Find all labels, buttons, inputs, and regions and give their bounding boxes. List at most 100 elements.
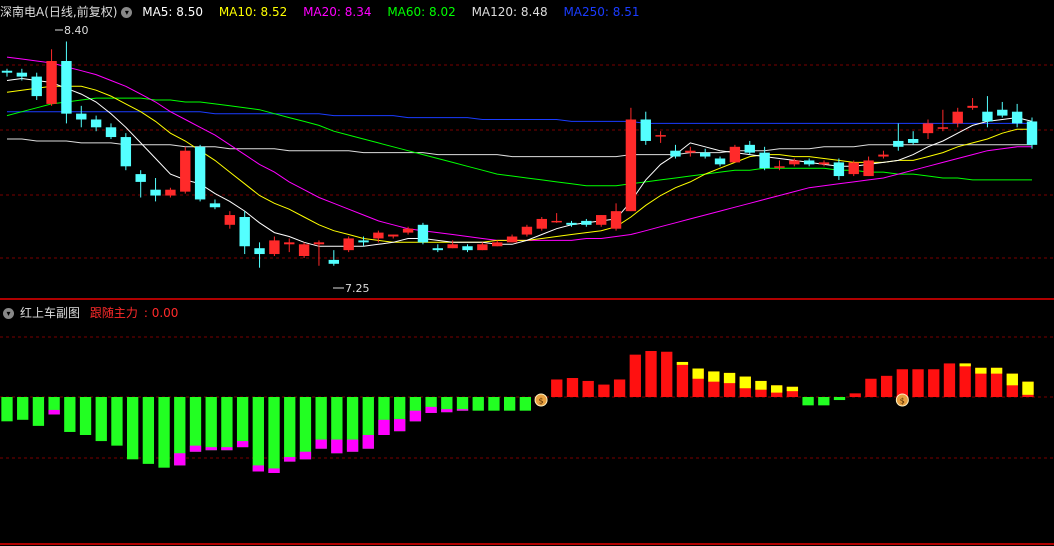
hist-bar-0 — [1, 397, 13, 422]
hist-bar-1 — [17, 397, 29, 420]
candle-body-50 — [744, 144, 755, 153]
candle-body-58 — [863, 160, 874, 177]
hist-bar-29 — [456, 397, 469, 411]
money-bag-glyph-1: $ — [900, 397, 905, 406]
candle-body-14 — [209, 203, 221, 208]
candle-body-38 — [566, 222, 577, 225]
ma60-value: 8.02 — [429, 5, 456, 19]
candle-body-59 — [878, 154, 889, 157]
hist-bar-30 — [472, 397, 484, 411]
hist-magenta-12 — [189, 445, 202, 452]
hist-bar-7 — [111, 397, 123, 446]
candle-body-44 — [655, 135, 666, 137]
indicator-legend: 跟随主力: 0.00 — [89, 306, 179, 320]
money-bag-icon: $ — [895, 393, 909, 407]
hist-bar-31 — [488, 397, 500, 411]
candle-body-12 — [180, 150, 191, 192]
candle-body-60 — [893, 140, 904, 147]
histogram-series: $ $ — [1, 351, 1034, 473]
hist-bar-60 — [943, 363, 956, 397]
hist-magenta-19 — [299, 451, 312, 460]
hist-yellow-43 — [676, 361, 689, 365]
chart-title: 深南电A(日线,前复权) — [0, 5, 118, 19]
candle-body-3 — [46, 61, 57, 104]
hist-bar-41 — [645, 351, 657, 397]
ma20-legend: MA20: 8.34 — [303, 5, 372, 19]
hist-magenta-28 — [441, 409, 453, 413]
candle-body-48 — [714, 158, 726, 165]
candle-body-17 — [254, 248, 265, 255]
candle-body-32 — [477, 244, 488, 251]
hist-bar-61 — [959, 363, 971, 397]
hist-bar-12 — [189, 397, 202, 452]
chevron-down-icon[interactable]: ▾ — [3, 308, 14, 319]
hist-bar-43 — [676, 361, 689, 397]
candle-body-33 — [492, 242, 503, 247]
hist-bar-15 — [236, 397, 249, 448]
hist-yellow-46 — [723, 372, 736, 384]
candle-body-57 — [848, 162, 859, 175]
candle-body-20 — [298, 244, 310, 256]
hist-bar-53 — [833, 397, 846, 401]
money-bag-glyph-0: $ — [539, 397, 544, 406]
candle-body-4 — [61, 61, 72, 114]
hist-bar-56 — [880, 375, 893, 397]
candle-body-24 — [358, 240, 369, 243]
hist-bar-4 — [64, 397, 76, 432]
candle-body-63 — [937, 127, 949, 129]
hist-yellow-44 — [692, 368, 704, 379]
hist-magenta-13 — [205, 447, 217, 451]
hist-magenta-16 — [252, 465, 264, 472]
hist-bar-13 — [205, 397, 217, 451]
candle-body-54 — [803, 160, 815, 165]
candle-body-37 — [551, 220, 562, 223]
chevron-down-icon[interactable]: ▾ — [121, 7, 133, 18]
candle-body-45 — [670, 150, 681, 157]
hist-bar-5 — [79, 397, 92, 435]
sub-chart-header: ▾ 红上车副图 跟随主力: 0.00 — [0, 304, 190, 322]
moving-average-lines — [6, 56, 1033, 247]
candle-body-18 — [269, 240, 280, 255]
hist-magenta-18 — [284, 457, 296, 462]
hist-yellow-47 — [739, 376, 751, 389]
candle-body-51 — [759, 152, 770, 169]
ma5-legend: MA5: 8.50 — [142, 5, 203, 19]
candle-body-53 — [789, 160, 800, 165]
candle-body-21 — [313, 242, 325, 245]
hist-bar-42 — [661, 351, 673, 397]
hist-bar-36 — [566, 378, 579, 397]
candle-body-5 — [76, 113, 87, 120]
hist-magenta-26 — [409, 410, 422, 422]
ma60-legend: MA60: 8.02 — [387, 5, 456, 19]
ma250-value: 8.51 — [612, 5, 640, 19]
stock-chart-canvas: $ $ 8.40 7.25 — [0, 24, 1054, 545]
hist-bar-59 — [928, 369, 940, 397]
candle-body-62 — [922, 123, 934, 134]
candle-body-23 — [343, 238, 354, 251]
candle-body-11 — [165, 189, 176, 196]
ma120-legend: MA120: 8.48 — [471, 5, 548, 19]
ma5-value: 8.50 — [176, 5, 203, 19]
candle-body-2 — [31, 76, 42, 97]
hist-magenta-11 — [174, 453, 186, 466]
hist-bar-33 — [519, 397, 532, 411]
money-bag-icon: $ — [534, 393, 548, 407]
hist-bar-14 — [221, 397, 233, 451]
hist-magenta-3 — [48, 409, 60, 415]
hist-magenta-25 — [394, 419, 406, 432]
candle-body-6 — [90, 119, 102, 128]
candle-body-30 — [447, 244, 458, 249]
hist-yellow-48 — [755, 380, 767, 390]
candle-body-52 — [774, 166, 785, 168]
candle-body-1 — [16, 72, 28, 77]
candle-body-28 — [417, 224, 429, 243]
hist-bar-10 — [158, 397, 170, 468]
hist-bar-18 — [284, 397, 296, 462]
candle-body-16 — [239, 217, 250, 247]
hist-yellow-63 — [990, 367, 1003, 374]
hist-yellow-50 — [786, 386, 799, 392]
candle-body-67 — [997, 109, 1008, 116]
hist-magenta-27 — [425, 406, 437, 413]
hist-bar-54 — [849, 393, 861, 397]
hist-magenta-24 — [378, 419, 390, 435]
